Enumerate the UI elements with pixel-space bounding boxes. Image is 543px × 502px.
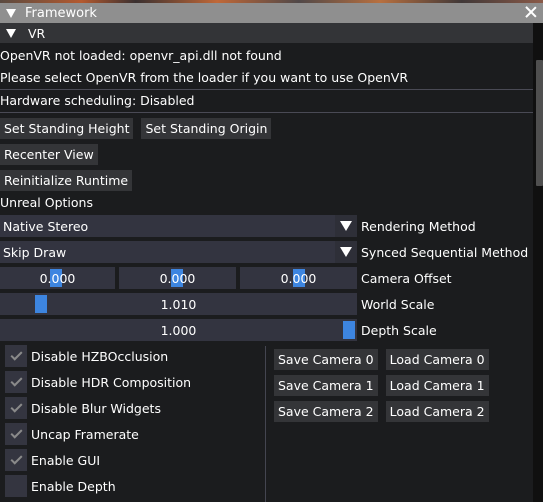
window-title: Framework	[25, 5, 97, 21]
checkbox-label: Disable HDR Composition	[31, 374, 192, 390]
collapse-arrow-icon[interactable]	[6, 8, 16, 18]
checkbox[interactable]	[5, 397, 27, 419]
camera-button-column: Save Camera 0 Load Camera 0 Save Camera 1 L…	[265, 346, 489, 502]
openvr-status-line: OpenVR not loaded: openvr_api.dll not fo…	[0, 48, 282, 63]
checkmark-icon	[9, 348, 23, 361]
checkbox[interactable]	[5, 345, 27, 367]
checkbox[interactable]	[5, 371, 27, 393]
save-camera-0-button[interactable]: Save Camera 0	[274, 348, 378, 370]
dropdown-arrow-icon[interactable]	[335, 215, 357, 237]
window-content: VR OpenVR not loaded: openvr_api.dll not…	[0, 23, 533, 502]
checkmark-icon	[9, 452, 23, 465]
checkbox-column: Disable HZBOcclusion Disable HDR Composit…	[0, 343, 265, 502]
set-standing-origin-button[interactable]: Set Standing Origin	[141, 117, 272, 139]
scrollbar-thumb[interactable]	[536, 60, 543, 186]
checkbox-row[interactable]: Enable GUI	[0, 447, 265, 473]
rendering-method-value: Native Stereo	[3, 218, 89, 234]
camera-offset-z-input[interactable]: 0.000	[240, 267, 357, 289]
vr-section-title: VR	[28, 25, 46, 41]
checkbox-row[interactable]: Uncap Framerate	[0, 421, 265, 447]
checkbox-row[interactable]: Disable HZBOcclusion	[0, 343, 265, 369]
checkbox-label: Enable GUI	[31, 452, 101, 468]
vr-section-header[interactable]: VR	[0, 23, 533, 43]
window-titlebar[interactable]: Framework	[0, 3, 543, 23]
save-camera-2-button[interactable]: Save Camera 2	[274, 400, 378, 422]
checkbox-label: Enable Depth	[31, 478, 116, 494]
synced-sequential-method-value: Skip Draw	[3, 244, 67, 260]
synced-sequential-method-label: Synced Sequential Method	[361, 244, 529, 260]
load-camera-2-button[interactable]: Load Camera 2	[385, 400, 489, 422]
checkbox[interactable]	[5, 423, 27, 445]
synced-sequential-method-dropdown[interactable]: Skip Draw	[0, 241, 357, 263]
checkbox[interactable]	[5, 449, 27, 471]
camera-button-row: Save Camera 0 Load Camera 0	[274, 346, 489, 372]
camera-offset-x-input[interactable]: 0.000	[0, 267, 115, 289]
openvr-hint-line: Please select OpenVR from the loader if …	[0, 70, 409, 85]
set-standing-height-button[interactable]: Set Standing Height	[0, 117, 134, 139]
dropdown-arrow-icon[interactable]	[335, 241, 357, 263]
world-scale-label: World Scale	[361, 296, 435, 312]
checkmark-icon	[9, 374, 23, 387]
camera-offset-y-input[interactable]: 0.000	[119, 267, 236, 289]
checkbox-row[interactable]: Enable Depth	[0, 473, 265, 499]
checkbox-label: Disable Blur Widgets	[31, 400, 161, 416]
load-camera-1-button[interactable]: Load Camera 1	[385, 374, 489, 396]
depth-scale-slider-grab[interactable]	[343, 321, 355, 339]
hardware-scheduling-text: Hardware scheduling: Disabled	[0, 93, 195, 108]
close-icon[interactable]	[523, 4, 539, 20]
checkbox-row[interactable]: Disable Blur Widgets	[0, 395, 265, 421]
depth-scale-label: Depth Scale	[361, 322, 437, 338]
rendering-method-label: Rendering Method	[361, 218, 476, 234]
rendering-method-dropdown[interactable]: Native Stereo	[0, 215, 357, 237]
collapse-arrow-icon	[6, 28, 16, 38]
world-scale-slider-grab[interactable]	[35, 295, 47, 313]
checkbox-label: Uncap Framerate	[31, 426, 139, 442]
checkmark-icon	[9, 426, 23, 439]
unreal-options-label: Unreal Options	[0, 195, 93, 210]
checkmark-icon	[9, 400, 23, 413]
reinitialize-runtime-button[interactable]: Reinitialize Runtime	[0, 169, 133, 191]
separator	[0, 112, 533, 113]
recenter-view-button[interactable]: Recenter View	[0, 143, 98, 165]
world-scale-slider[interactable]: 1.010	[0, 293, 357, 315]
save-camera-1-button[interactable]: Save Camera 1	[274, 374, 378, 396]
checkbox-row[interactable]: Disable HDR Composition	[0, 369, 265, 395]
load-camera-0-button[interactable]: Load Camera 0	[385, 348, 489, 370]
camera-offset-label: Camera Offset	[361, 270, 452, 286]
checkbox-label: Disable HZBOcclusion	[31, 348, 169, 364]
camera-button-row: Save Camera 2 Load Camera 2	[274, 398, 489, 424]
camera-button-row: Save Camera 1 Load Camera 1	[274, 372, 489, 398]
checkbox[interactable]	[5, 475, 27, 497]
depth-scale-slider[interactable]: 1.000	[0, 319, 357, 341]
